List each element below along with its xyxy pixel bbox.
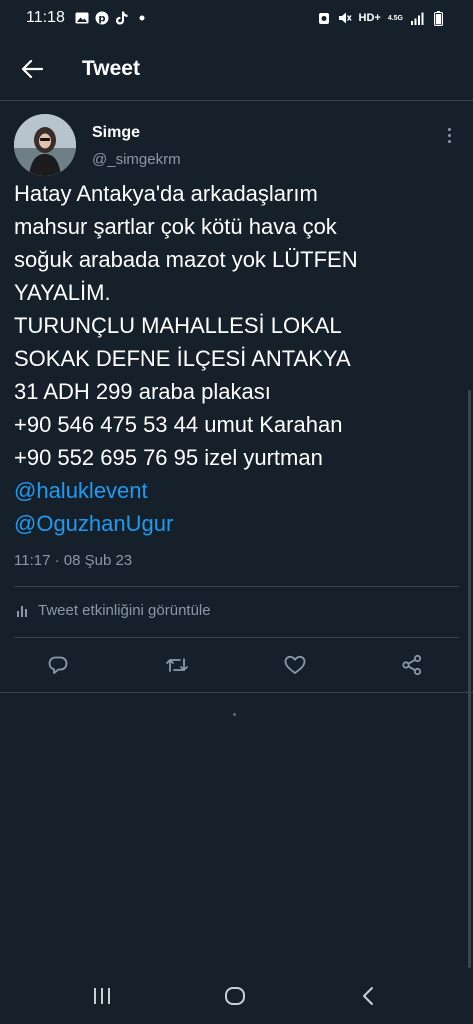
tweet-line: YAYALİM. <box>14 280 111 305</box>
back-button[interactable] <box>0 38 64 100</box>
mention-link[interactable]: @OguzhanUgur <box>14 507 464 540</box>
tweet-actions <box>0 645 473 685</box>
avatar-photo <box>14 114 76 176</box>
retweet-button[interactable] <box>157 645 197 685</box>
alarm-icon <box>317 11 331 25</box>
tweet-line: +90 546 475 53 44 umut Karahan <box>14 412 343 437</box>
status-bar: 11:18 p HD+ 4.5G <box>0 0 473 36</box>
header-divider <box>0 100 473 101</box>
like-button[interactable] <box>275 645 315 685</box>
tweet-activity-link[interactable]: Tweet etkinliğini görüntüle <box>16 602 211 619</box>
page-title: Tweet <box>82 57 140 80</box>
tweet-line: TURUNÇLU MAHALLESİ LOKAL <box>14 313 342 338</box>
arrow-left-icon <box>21 59 43 79</box>
mute-icon <box>338 11 352 25</box>
more-dot <box>447 139 451 143</box>
chevron-left-icon <box>363 987 373 1005</box>
retweet-icon <box>166 658 188 672</box>
system-navigation-bar <box>0 968 473 1024</box>
actions-divider <box>0 692 473 693</box>
heart-icon <box>284 655 306 674</box>
gallery-icon <box>75 11 89 25</box>
status-left: 11:18 p <box>26 9 149 27</box>
system-back-button[interactable] <box>348 978 388 1014</box>
status-right: HD+ 4.5G <box>317 10 446 26</box>
app-bar: Tweet <box>0 38 473 100</box>
share-icon <box>402 654 422 676</box>
tweet-activity-label: Tweet etkinliğini görüntüle <box>38 602 211 619</box>
more-dot <box>447 127 451 131</box>
tweet-timestamp[interactable]: 11:17 · 08 Şub 23 <box>14 552 132 569</box>
network-label: HD+ <box>358 12 381 24</box>
analytics-icon <box>17 605 27 617</box>
home-icon <box>225 987 245 1005</box>
tweet-line: mahsur şartlar çok kötü hava çok <box>14 214 337 239</box>
pinterest-icon: p <box>95 11 109 25</box>
mention-link[interactable]: @haluklevent <box>14 474 464 507</box>
home-button[interactable] <box>215 978 255 1014</box>
activity-divider <box>14 637 459 638</box>
tweet-line: +90 552 695 76 95 izel yurtman <box>14 445 323 470</box>
avatar[interactable] <box>14 114 76 176</box>
scrollbar[interactable] <box>468 390 471 968</box>
notification-dot-icon <box>135 11 149 25</box>
more-dot <box>447 133 451 137</box>
network-sub-label: 4.5G <box>387 14 403 22</box>
status-time: 11:18 <box>26 9 65 26</box>
author-handle[interactable]: @_simgekrm <box>92 151 181 168</box>
tweet-text: Hatay Antakya'da arkadaşlarım mahsur şar… <box>14 177 464 540</box>
tweet-line: Hatay Antakya'da arkadaşlarım <box>14 181 318 206</box>
loading-indicator-dot <box>233 713 236 716</box>
reply-icon <box>48 656 68 674</box>
svg-text:p: p <box>98 14 105 25</box>
tweet-line: SOKAK DEFNE İLÇESİ ANTAKYA <box>14 346 351 371</box>
author-name[interactable]: Simge <box>92 124 140 142</box>
tweet-line: 31 ADH 299 araba plakası <box>14 379 271 404</box>
share-button[interactable] <box>392 645 432 685</box>
battery-icon <box>431 10 445 26</box>
recent-apps-icon <box>94 988 110 1004</box>
recent-apps-button[interactable] <box>82 978 122 1014</box>
tweet-line: soğuk arabada mazot yok LÜTFEN <box>14 247 358 272</box>
timestamp-divider <box>14 586 459 587</box>
tiktok-icon <box>115 11 129 25</box>
reply-button[interactable] <box>38 645 78 685</box>
more-options-button[interactable] <box>440 124 458 146</box>
signal-icon <box>410 11 424 25</box>
